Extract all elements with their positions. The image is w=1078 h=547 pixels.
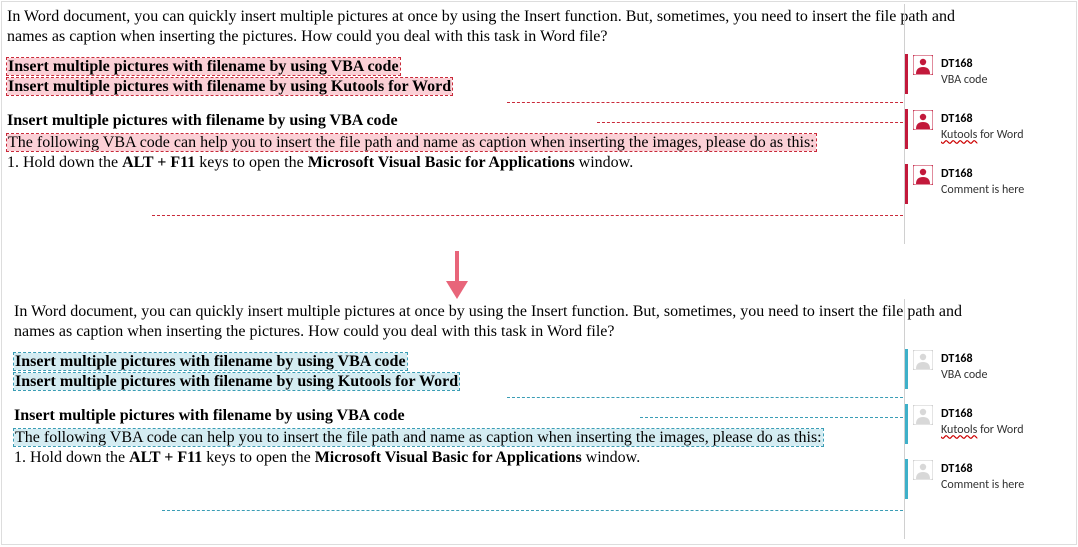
comments-sidebar-before: DT168 VBA code DT168 Kutools for Word <box>904 4 1074 244</box>
comment-bar <box>905 54 908 94</box>
comments-sidebar-after: DT168 VBA code DT168 Kutools for Word <box>904 299 1074 539</box>
app-name: Microsoft Visual Basic for Applications <box>315 449 582 466</box>
comment-body: Comment is here <box>941 182 1071 198</box>
comment-text: DT168 VBA code <box>941 56 1071 88</box>
comment-text: DT168 Comment is here <box>941 166 1071 198</box>
comment-body: VBA code <box>941 72 1071 88</box>
comment-author: DT168 <box>941 166 1071 182</box>
intro-paragraph: In Word document, you can quickly insert… <box>7 7 997 47</box>
window-suffix: window. <box>575 154 634 171</box>
avatar-icon <box>913 165 933 185</box>
highlighted-link-2: Insert multiple pictures with filename b… <box>7 78 452 95</box>
highlighted-body: The following VBA code can help you to i… <box>7 134 816 151</box>
connector-line-3 <box>152 215 903 216</box>
connector-line-1 <box>507 397 903 398</box>
connector-line-2 <box>640 417 903 418</box>
comment-2[interactable]: DT168 Kutools for Word <box>909 109 1071 145</box>
avatar-icon <box>913 460 933 480</box>
comment-2[interactable]: DT168 Kutools for Word <box>909 404 1071 440</box>
section-heading: Insert multiple pictures with filename b… <box>7 111 997 131</box>
comment-body: VBA code <box>941 367 1071 383</box>
highlighted-link-1: Insert multiple pictures with filename b… <box>14 353 407 370</box>
comment-bar <box>905 109 908 149</box>
comment-text: DT168 VBA code <box>941 351 1071 383</box>
avatar-icon <box>913 110 933 130</box>
link-2-row: Insert multiple pictures with filename b… <box>14 372 1004 392</box>
comment-bar <box>905 404 908 444</box>
body-row: The following VBA code can help you to i… <box>7 133 997 153</box>
comment-1[interactable]: DT168 VBA code <box>909 54 1071 90</box>
comment-body: Kutools for Word <box>941 422 1071 438</box>
comment-text: DT168 Kutools for Word <box>941 406 1071 438</box>
comment-text: DT168 Kutools for Word <box>941 111 1071 143</box>
keys-suffix: keys to open the <box>202 449 314 466</box>
document-after: In Word document, you can quickly insert… <box>14 302 1004 468</box>
after-panel: In Word document, you can quickly insert… <box>2 297 1076 542</box>
comment-author: DT168 <box>941 111 1071 127</box>
highlighted-body: The following VBA code can help you to i… <box>14 429 823 446</box>
comment-bar <box>905 459 908 499</box>
window-suffix: window. <box>582 449 641 466</box>
misspelled-word: Kutools <box>941 423 977 437</box>
key-combo: ALT + F11 <box>129 449 202 466</box>
before-panel: In Word document, you can quickly insert… <box>2 2 1076 247</box>
comparison-container: In Word document, you can quickly insert… <box>1 1 1077 545</box>
comment-body: Kutools for Word <box>941 127 1071 143</box>
comment-bar <box>905 349 908 389</box>
comment-author: DT168 <box>941 461 1071 477</box>
connector-line-3 <box>162 510 903 511</box>
step-prefix: 1. Hold down the <box>14 449 129 466</box>
document-before: In Word document, you can quickly insert… <box>7 7 997 173</box>
app-name: Microsoft Visual Basic for Applications <box>308 154 575 171</box>
comment-bar <box>905 164 908 204</box>
comment-1[interactable]: DT168 VBA code <box>909 349 1071 385</box>
comment-3[interactable]: DT168 Comment is here <box>909 459 1071 495</box>
keys-suffix: keys to open the <box>195 154 307 171</box>
avatar-icon <box>913 350 933 370</box>
section-heading: Insert multiple pictures with filename b… <box>14 406 1004 426</box>
intro-paragraph: In Word document, you can quickly insert… <box>14 302 1004 342</box>
avatar-icon <box>913 55 933 75</box>
avatar-icon <box>913 405 933 425</box>
misspelled-word: Kutools <box>941 128 977 142</box>
link-1-row: Insert multiple pictures with filename b… <box>7 57 997 77</box>
link-2-row: Insert multiple pictures with filename b… <box>7 77 997 97</box>
connector-line-2 <box>597 122 903 123</box>
arrow-icon <box>442 249 472 299</box>
link-1-row: Insert multiple pictures with filename b… <box>14 352 1004 372</box>
comment-author: DT168 <box>941 56 1071 72</box>
comment-3[interactable]: DT168 Comment is here <box>909 164 1071 200</box>
step-1: 1. Hold down the ALT + F11 keys to open … <box>7 153 997 173</box>
comment-author: DT168 <box>941 351 1071 367</box>
step-prefix: 1. Hold down the <box>7 154 122 171</box>
comment-author: DT168 <box>941 406 1071 422</box>
body-row: The following VBA code can help you to i… <box>14 428 1004 448</box>
key-combo: ALT + F11 <box>122 154 195 171</box>
comment-text: DT168 Comment is here <box>941 461 1071 493</box>
comment-body: Comment is here <box>941 477 1071 493</box>
connector-line-1 <box>507 102 903 103</box>
highlighted-link-1: Insert multiple pictures with filename b… <box>7 58 400 75</box>
highlighted-link-2: Insert multiple pictures with filename b… <box>14 373 459 390</box>
step-1: 1. Hold down the ALT + F11 keys to open … <box>14 448 1004 468</box>
